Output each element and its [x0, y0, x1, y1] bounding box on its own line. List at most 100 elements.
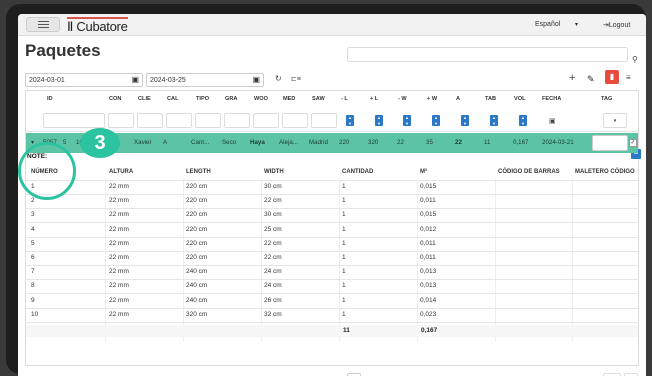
filter-input-saw[interactable]: [311, 113, 337, 128]
sort-stepper-minus-w[interactable]: ▲ ▼: [403, 115, 411, 126]
refresh-icon[interactable]: ↻: [275, 74, 282, 83]
cell-m3: 0,015: [420, 211, 437, 219]
column-chooser-icon[interactable]: ≡: [626, 73, 631, 82]
col-header-gra[interactable]: GRA: [225, 91, 237, 108]
cell-tipo: Cant...: [191, 139, 210, 146]
col-header-cal[interactable]: CAL: [167, 91, 179, 108]
divider: [495, 179, 496, 341]
sort-stepper-tab[interactable]: ▲ ▼: [490, 115, 498, 126]
col-header-minus-w[interactable]: - W: [398, 91, 407, 108]
add-button[interactable]: +: [569, 72, 575, 84]
app-screen: Ⅱ Cubatore Español ▾ ⇥Logout Paquetes ⚲ …: [18, 14, 646, 376]
cell-width: 30 cm: [264, 183, 282, 190]
cell-m3: 0,011: [420, 197, 436, 205]
col-header-con[interactable]: CON: [109, 91, 121, 108]
cell-altura: 22 mm: [109, 239, 129, 247]
cell-altura: 22 mm: [109, 296, 129, 304]
filter-input-gra[interactable]: [224, 113, 250, 128]
clear-filter-icon[interactable]: ⊏≡: [291, 75, 301, 83]
cell-med: Aleja...: [279, 139, 298, 146]
cell-woo: Haya: [250, 139, 265, 146]
detail-header-codigo-barras[interactable]: CÓDIGO DE BARRAS: [498, 169, 560, 175]
filter-input-id[interactable]: [43, 113, 105, 128]
filter-input-woo[interactable]: [253, 113, 279, 128]
calendar-icon[interactable]: ▣: [549, 117, 556, 125]
cell-width: 32 cm: [264, 310, 282, 318]
step-highlight-ring: [18, 142, 76, 200]
filter-input-med[interactable]: [282, 113, 308, 128]
cell-m3: 0,013: [420, 282, 437, 290]
caret-down-icon[interactable]: ▾: [575, 21, 578, 28]
cell-plus-l: 320: [368, 139, 379, 146]
filter-input-tipo[interactable]: [195, 113, 221, 128]
edit-pencil-icon[interactable]: ✎: [587, 74, 595, 85]
calendar-icon[interactable]: ▣: [131, 75, 139, 84]
col-header-fecha[interactable]: FECHA: [542, 91, 561, 108]
detail-header-cantidad[interactable]: CANTIDAD: [342, 169, 373, 175]
divider: [26, 265, 638, 266]
tag-input[interactable]: [592, 135, 628, 151]
cell-length: 220 cm: [186, 239, 208, 247]
divider: [261, 179, 262, 341]
col-header-vol[interactable]: VOL: [514, 91, 526, 108]
top-navbar: Ⅱ Cubatore Español ▾ ⇥Logout: [18, 14, 646, 36]
col-header-woo[interactable]: WOO: [254, 91, 268, 108]
search-input[interactable]: [347, 47, 628, 62]
col-header-id[interactable]: ID: [47, 91, 53, 108]
page-title: Paquetes: [25, 41, 101, 60]
col-header-tipo[interactable]: TIPO: [196, 91, 209, 108]
cell-length: 220 cm: [186, 254, 208, 261]
calendar-icon[interactable]: ▣: [252, 75, 260, 84]
logout-link[interactable]: ⇥Logout: [603, 21, 630, 29]
filter-input-cal[interactable]: [166, 113, 192, 128]
step-badge: 3: [80, 128, 120, 158]
cell-gra: Seco: [222, 139, 237, 146]
col-header-plus-l[interactable]: + L: [370, 91, 378, 108]
col-header-med[interactable]: MED: [283, 91, 295, 108]
cell-cal: A: [163, 139, 168, 146]
cell-altura: 22 mm: [109, 225, 129, 233]
detail-header-altura[interactable]: ALTURA: [109, 169, 133, 175]
cell-m3: 0,014: [420, 296, 437, 304]
language-selector[interactable]: Español: [535, 21, 560, 28]
cell-length: 220 cm: [186, 183, 208, 190]
col-header-tag[interactable]: TAG: [601, 91, 612, 108]
detail-header-m3[interactable]: M³: [420, 169, 427, 175]
app-logo[interactable]: Ⅱ Cubatore: [67, 17, 128, 33]
row-checkbox[interactable]: ✓: [629, 139, 637, 147]
col-header-saw[interactable]: SAW: [312, 91, 325, 108]
menu-toggle-button[interactable]: [26, 17, 60, 32]
cell-altura: 22 mm: [109, 310, 129, 318]
cell-width: 24 cm: [264, 268, 282, 276]
cell-width: 30 cm: [264, 211, 282, 219]
filter-input-clie[interactable]: [137, 113, 163, 128]
col-header-a[interactable]: A: [456, 91, 460, 108]
sort-stepper-plus-w[interactable]: ▲ ▼: [432, 115, 440, 126]
tag-filter-select[interactable]: ▾: [603, 113, 627, 128]
cell-numero: 2: [31, 197, 35, 205]
sort-stepper-minus-l[interactable]: ▲ ▼: [346, 115, 354, 126]
date-from-input[interactable]: 2024-03-01 ▣: [25, 73, 143, 87]
cell-length: 240 cm: [186, 268, 208, 276]
detail-header-length[interactable]: LENGTH: [186, 169, 211, 175]
divider: [26, 321, 638, 323]
sort-stepper-a[interactable]: ▲ ▼: [461, 115, 469, 126]
detail-header-width[interactable]: WIDTH: [264, 169, 284, 175]
date-to-input[interactable]: 2024-03-25 ▣: [146, 73, 264, 87]
cell-width: 22 cm: [264, 239, 282, 247]
col-header-plus-w[interactable]: + W: [427, 91, 437, 108]
detail-header-maletero[interactable]: MALETERO CÓDIGO: [575, 169, 635, 175]
col-header-minus-l[interactable]: - L: [341, 91, 348, 108]
cell-cantidad: 1: [342, 225, 346, 233]
col-header-clie[interactable]: CLIE: [138, 91, 151, 108]
sort-stepper-vol[interactable]: ▲ ▼: [519, 115, 527, 126]
filter-input-con[interactable]: [108, 113, 134, 128]
sort-stepper-plus-l[interactable]: ▲ ▼: [375, 115, 383, 126]
divider: [26, 250, 638, 252]
cell-fecha: 2024-03-21: [542, 139, 574, 146]
search-icon[interactable]: ⚲: [632, 55, 638, 64]
delete-button[interactable]: ▮: [605, 70, 619, 84]
total-m3: 0,167: [421, 327, 438, 334]
col-header-tab[interactable]: TAB: [485, 91, 496, 108]
cell-altura: 22 mm: [109, 211, 129, 219]
